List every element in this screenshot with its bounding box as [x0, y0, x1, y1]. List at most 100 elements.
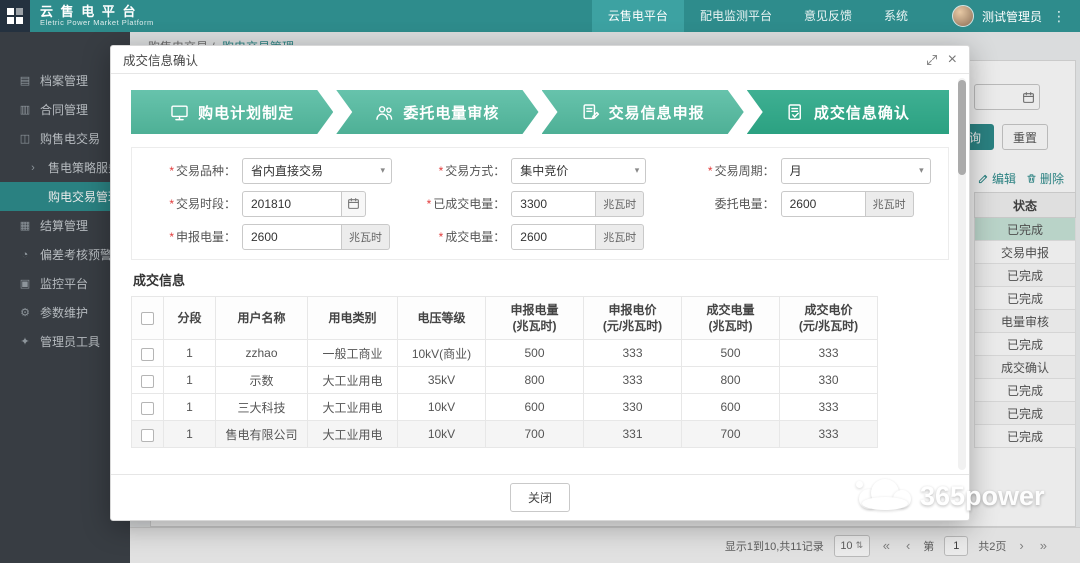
cell-user-name: 三大科技 — [216, 394, 308, 421]
cell-usage-category: 一般工商业 — [308, 340, 398, 367]
maximize-icon[interactable] — [926, 54, 938, 66]
nav-distribution-monitor[interactable]: 配电监测平台 — [684, 0, 788, 32]
trade-cycle-select[interactable]: 月 ▾ — [781, 158, 931, 184]
top-nav: 云售电平台 配电监测平台 意见反馈 系统 — [592, 0, 924, 32]
close-button[interactable]: 关闭 — [510, 483, 570, 512]
cell-segment: 1 — [164, 340, 216, 367]
cell-user-name: zzhao — [216, 340, 308, 367]
scrollbar-thumb[interactable] — [958, 80, 966, 175]
cell-declared-price: 330 — [584, 394, 682, 421]
cell-declared-price: 333 — [584, 340, 682, 367]
row-checkbox[interactable] — [141, 375, 154, 388]
step-entrust-review[interactable]: 委托电量审核 — [336, 90, 538, 134]
close-icon[interactable]: × — [948, 52, 957, 68]
users-icon — [375, 103, 394, 122]
entrust-volume-input[interactable] — [781, 191, 866, 217]
col-declared-price: 申报电价 (元/兆瓦时) — [584, 297, 682, 340]
cell-deal-price: 333 — [780, 394, 878, 421]
table-row[interactable]: 1 示数 大工业用电 35kV 800 333 800 330 — [132, 367, 878, 394]
more-menu-icon[interactable]: ⋮ — [1050, 8, 1068, 25]
trade-type-select[interactable]: 省内直接交易 ▾ — [242, 158, 392, 184]
step-label: 成交信息确认 — [814, 102, 910, 123]
watermark-text: 365power — [920, 481, 1045, 512]
cell-segment: 1 — [164, 394, 216, 421]
cell-deal-volume: 800 — [682, 367, 780, 394]
dealt-total-input[interactable] — [511, 191, 596, 217]
field-label: *交易品种： — [136, 162, 242, 179]
cell-user-name: 售电有限公司 — [216, 421, 308, 448]
trade-period-input[interactable] — [242, 191, 342, 217]
step-deal-confirm[interactable]: 成交信息确认 — [747, 90, 949, 134]
cell-deal-price: 330 — [780, 367, 878, 394]
nav-system[interactable]: 系统 — [868, 0, 924, 32]
col-deal-volume: 成交电量 (兆瓦时) — [682, 297, 780, 340]
col-segment: 分段 — [164, 297, 216, 340]
cell-declared-volume: 800 — [486, 367, 584, 394]
chevron-down-icon: ▾ — [380, 165, 385, 176]
row-checkbox[interactable] — [141, 348, 154, 361]
nav-cloud-sale-platform[interactable]: 云售电平台 — [592, 0, 684, 32]
wizard-steps: 购电计划制定 委托电量审核 交易信息申报 — [131, 90, 949, 134]
table-row[interactable]: 1 售电有限公司 大工业用电 10kV 700 331 700 333 — [132, 421, 878, 448]
declared-volume-input[interactable] — [242, 224, 342, 250]
calendar-icon — [347, 197, 360, 210]
step-label: 交易信息申报 — [609, 102, 705, 123]
dialog-footer: 关闭 — [111, 474, 969, 520]
nav-feedback[interactable]: 意见反馈 — [788, 0, 868, 32]
deal-volume-input[interactable] — [511, 224, 596, 250]
table-row[interactable]: 1 zzhao 一般工商业 10kV(商业) 500 333 500 333 — [132, 340, 878, 367]
document-check-icon — [786, 103, 805, 122]
col-user-name: 用户名称 — [216, 297, 308, 340]
date-picker-button[interactable] — [342, 191, 366, 217]
field-label: *交易周期： — [675, 162, 781, 179]
cell-user-name: 示数 — [216, 367, 308, 394]
field-label: *交易方式： — [405, 162, 511, 179]
cell-voltage-level: 10kV(商业) — [398, 340, 486, 367]
cell-declared-volume: 700 — [486, 421, 584, 448]
unit-addon: 兆瓦时 — [596, 191, 644, 217]
field-label: *交易时段： — [136, 195, 242, 212]
chevron-down-icon: ▾ — [635, 165, 640, 176]
unit-addon: 兆瓦时 — [596, 224, 644, 250]
step-trade-declare[interactable]: 交易信息申报 — [542, 90, 744, 134]
trade-mode-select[interactable]: 集中竞价 ▾ — [511, 158, 646, 184]
dialog-body: 购电计划制定 委托电量审核 交易信息申报 — [111, 74, 969, 474]
dialog-title: 成交信息确认 — [123, 50, 198, 69]
row-checkbox[interactable] — [141, 429, 154, 442]
select-all-checkbox[interactable] — [141, 312, 154, 325]
cell-declared-volume: 500 — [486, 340, 584, 367]
cloud-logo-icon — [856, 476, 916, 516]
section-title: 成交信息 — [133, 270, 949, 289]
modal-scrollbar[interactable] — [958, 78, 966, 470]
step-purchase-plan[interactable]: 购电计划制定 — [131, 90, 333, 134]
field-label: *成交电量： — [405, 228, 511, 245]
cell-deal-volume: 700 — [682, 421, 780, 448]
avatar[interactable] — [952, 5, 974, 27]
user-name: 测试管理员 — [982, 8, 1042, 25]
grid-logo-icon — [7, 8, 23, 24]
required-mark: * — [427, 197, 432, 211]
required-mark: * — [439, 164, 444, 178]
deal-form: *交易品种： 省内直接交易 ▾ *交易方式： 集中竞价 ▾ *交易周期： — [131, 147, 949, 260]
monitor-icon — [170, 103, 189, 122]
cell-segment: 1 — [164, 421, 216, 448]
table-row[interactable]: 1 三大科技 大工业用电 10kV 600 330 600 333 — [132, 394, 878, 421]
cell-voltage-level: 10kV — [398, 421, 486, 448]
required-mark: * — [169, 164, 174, 178]
cell-deal-price: 333 — [780, 340, 878, 367]
row-checkbox[interactable] — [141, 402, 154, 415]
brand-title: 云 售 电 平 台 — [40, 5, 154, 19]
required-mark: * — [169, 197, 174, 211]
cell-deal-price: 333 — [780, 421, 878, 448]
cell-usage-category: 大工业用电 — [308, 367, 398, 394]
deal-confirm-dialog: 成交信息确认 × 购电计划制定 — [110, 45, 970, 521]
required-mark: * — [169, 230, 174, 244]
col-deal-price: 成交电价 (元/兆瓦时) — [780, 297, 878, 340]
col-voltage-level: 电压等级 — [398, 297, 486, 340]
watermark: 365power — [856, 476, 1045, 516]
step-label: 购电计划制定 — [198, 102, 294, 123]
app-logo[interactable] — [0, 0, 30, 32]
cell-usage-category: 大工业用电 — [308, 421, 398, 448]
cell-declared-price: 333 — [584, 367, 682, 394]
cell-voltage-level: 35kV — [398, 367, 486, 394]
